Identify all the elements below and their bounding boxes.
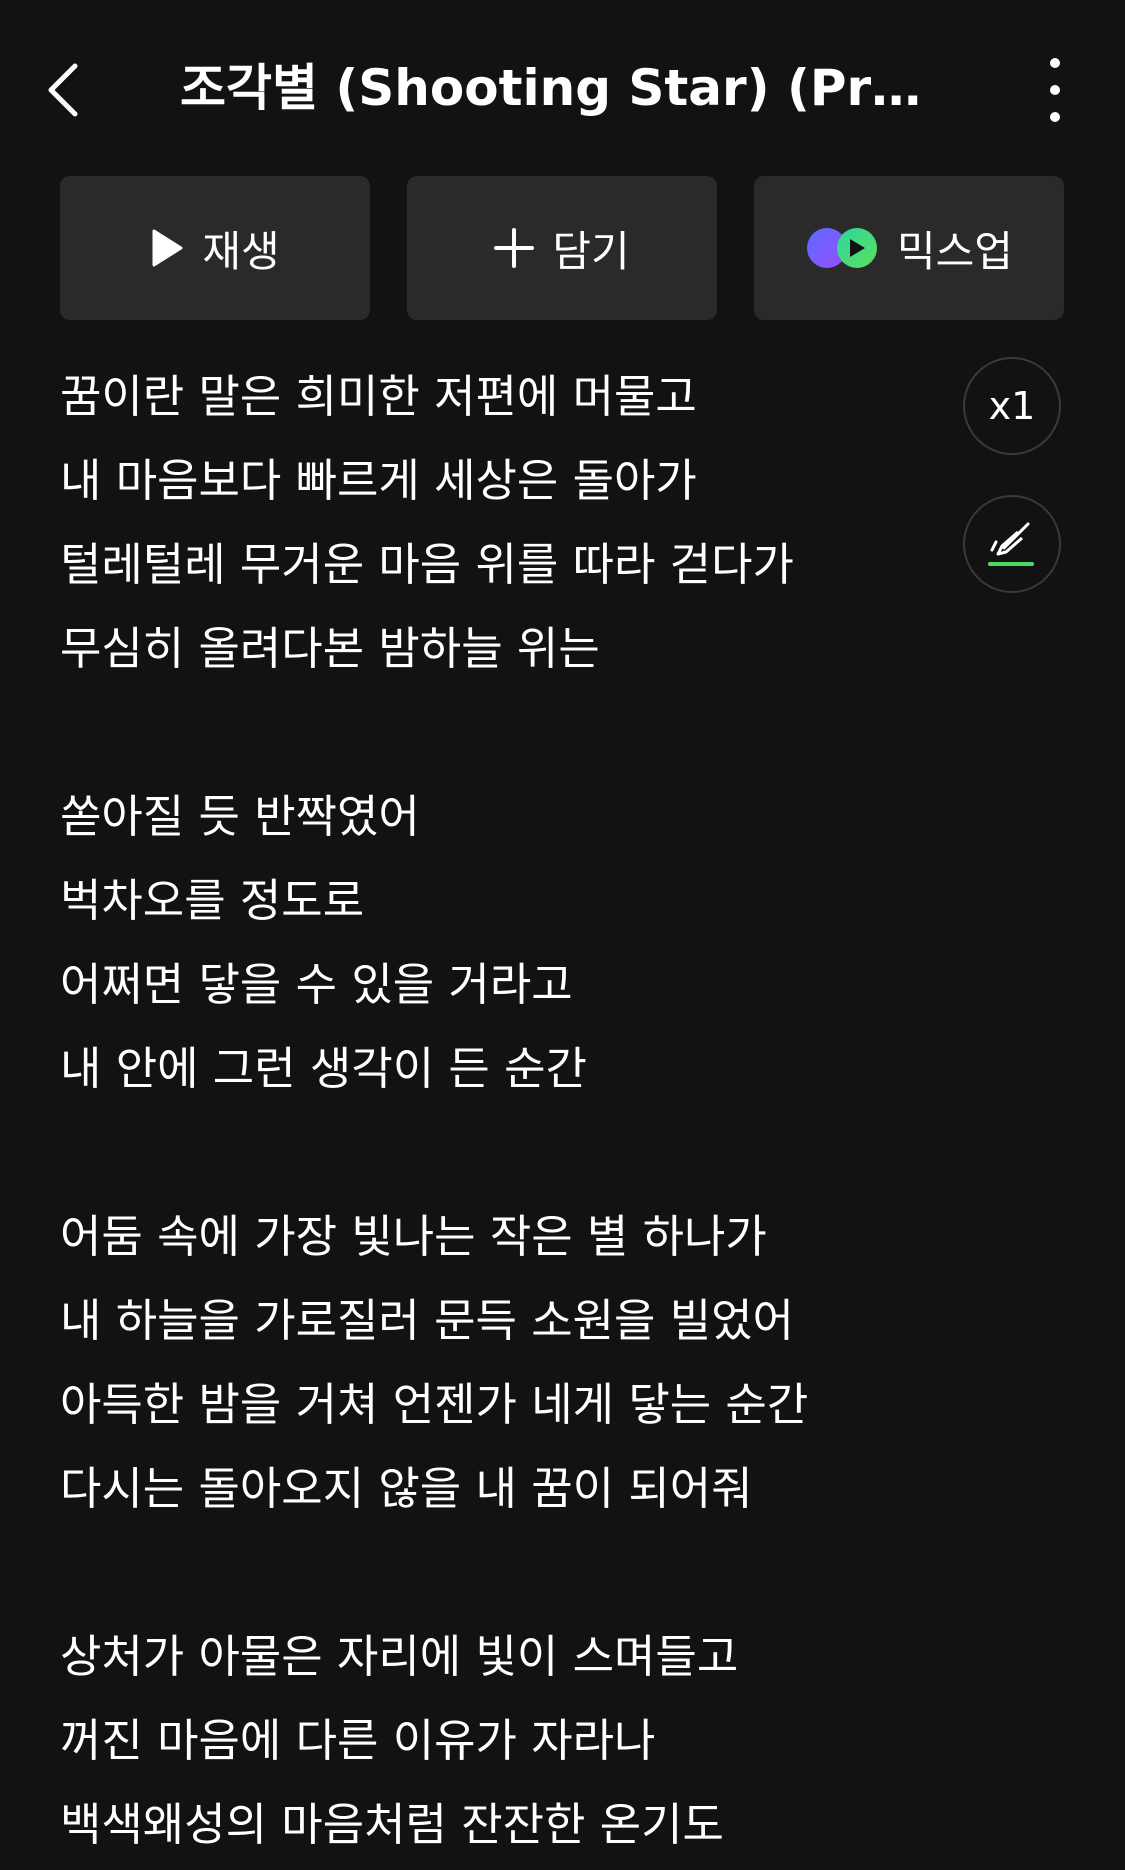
lyric-line: 내 안에 그런 생각이 든 순간: [60, 1042, 587, 1095]
more-dot: [1050, 85, 1060, 95]
lyric-line: 백색왜성의 마음처럼 잔잔한 온기도: [60, 1798, 724, 1851]
mixup-button-label: 믹스업: [897, 226, 1013, 276]
mixup-logo-icon: [807, 228, 878, 268]
lyric-line: 꺼진 마음에 다른 이유가 자라나: [60, 1714, 656, 1767]
speed-label: x1: [988, 384, 1036, 428]
play-button[interactable]: 재생: [60, 176, 370, 320]
more-options-button[interactable]: [1040, 58, 1070, 122]
lyric-line: 다시는 돌아오지 않을 내 꿈이 되어줘: [60, 1462, 753, 1515]
add-to-playlist-button[interactable]: 담기: [407, 176, 717, 320]
lyric-line: 쏟아질 듯 반짝였어: [60, 790, 420, 843]
page-title: 조각별 (Shooting Star) (Pro...: [180, 59, 940, 117]
mixup-button[interactable]: 믹스업: [754, 176, 1064, 320]
action-buttons: 재생 담기 믹스업: [60, 176, 1065, 320]
play-button-label: 재생: [202, 226, 280, 276]
lyric-line: 내 마음보다 빠르게 세상은 돌아가: [60, 454, 697, 507]
header-bar: 조각별 (Shooting Star) (Pro...: [0, 0, 1125, 180]
lyric-line: 털레털레 무거운 마음 위를 따라 걷다가: [60, 538, 794, 591]
highlighter-icon: [988, 522, 1034, 566]
lyric-line: 내 하늘을 가로질러 문득 소원을 빌었어: [60, 1294, 794, 1347]
lyric-stanza-gap: [60, 1111, 940, 1195]
lyric-line: 벅차오를 정도로: [60, 874, 365, 927]
lyric-line: 아득한 밤을 거쳐 언젠가 네게 닿는 순간: [60, 1378, 809, 1431]
lyric-line: 꿈이란 말은 희미한 저편에 머물고: [60, 370, 697, 423]
back-button[interactable]: [40, 58, 84, 122]
highlight-lyrics-button[interactable]: [963, 495, 1061, 593]
lyric-stanza-gap: [60, 1531, 940, 1615]
lyric-line: 어둠 속에 가장 빛나는 작은 별 하나가: [60, 1210, 767, 1263]
lyrics-container: 꿈이란 말은 희미한 저편에 머물고내 마음보다 빠르게 세상은 돌아가털레털레…: [60, 355, 940, 1867]
lyric-stanza-gap: [60, 691, 940, 775]
plus-icon: [494, 228, 535, 268]
more-vertical-icon: [1050, 58, 1060, 68]
play-icon: [152, 229, 183, 267]
lyric-line: 어쩌면 닿을 수 있을 거라고: [60, 958, 573, 1011]
lyric-line: 무심히 올려다본 밤하늘 위는: [60, 622, 600, 675]
more-dot: [1050, 112, 1060, 122]
playback-speed-button[interactable]: x1: [963, 357, 1061, 455]
chevron-left-icon: [48, 63, 78, 117]
add-button-label: 담기: [552, 226, 630, 276]
lyric-line: 상처가 아물은 자리에 빛이 스며들고: [60, 1630, 739, 1683]
